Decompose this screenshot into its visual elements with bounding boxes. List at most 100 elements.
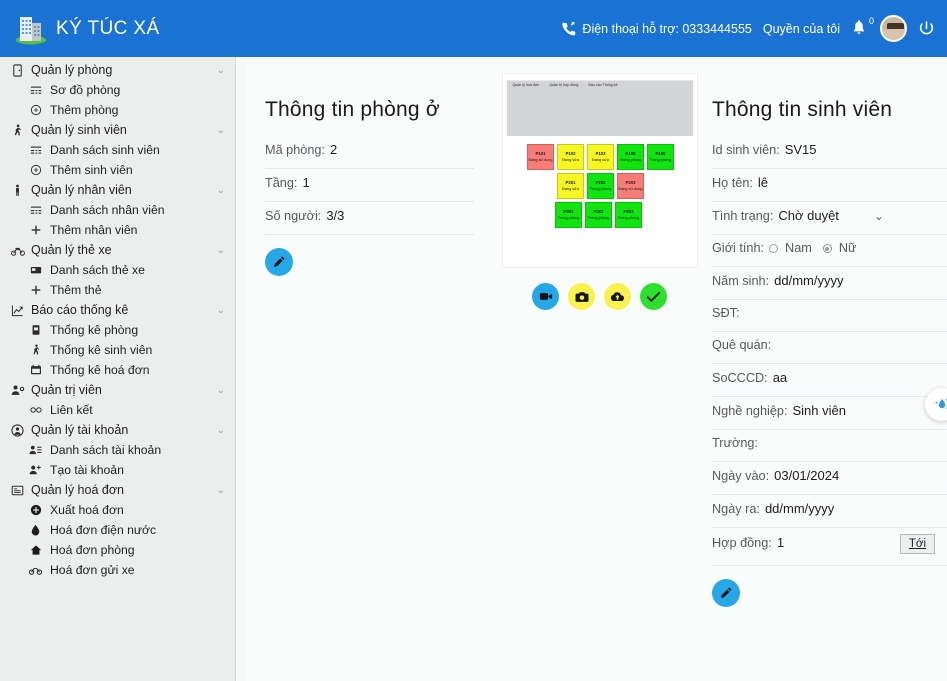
notifications-button[interactable]: 0: [851, 16, 874, 39]
person-icon: [8, 184, 27, 197]
sidebar-item-xuat-hoa-don[interactable]: Xuất hoá đơn: [0, 500, 235, 520]
field-tinh-trang[interactable]: Tình trạng: Chờ duyệt ⌄: [712, 202, 947, 235]
preview-room-row: P301 Trống phòng P302 Trống phòng P303 T…: [555, 202, 642, 228]
confirm-button[interactable]: [640, 283, 667, 310]
sidebar-item-them-nhan-vien[interactable]: Thêm nhân viên: [0, 220, 235, 240]
preview-room-code: P103: [595, 151, 606, 157]
chevron-down-icon: ⌄: [216, 424, 225, 436]
brand-title: KÝ TÚC XÁ: [56, 17, 160, 39]
brand-logo[interactable]: KÝ TÚC XÁ: [0, 0, 236, 57]
sidebar-item-label: Thêm nhân viên: [50, 223, 138, 237]
preview-room-status: Đang sử dụng: [528, 158, 553, 163]
edit-room-button[interactable]: [265, 248, 293, 276]
preview-room-code: P101: [535, 151, 546, 157]
sidebar-item-danh-sach-the-xe[interactable]: Danh sách thẻ xe: [0, 260, 235, 280]
pencil-icon: [719, 586, 733, 600]
sidebar-navigation[interactable]: Quản lý phòng ⌄ Sơ đồ phòng Thêm phòng Q…: [0, 57, 236, 681]
sidebar-item-label: Hoá đơn phòng: [50, 543, 135, 557]
field-value: Sinh viên: [792, 403, 846, 418]
sidebar-item-danh-sach-sinh-vien[interactable]: Danh sách sinh viên: [0, 140, 235, 160]
radio-nam[interactable]: [769, 244, 779, 253]
power-icon[interactable]: [918, 20, 935, 37]
door-icon: [8, 63, 27, 77]
sidebar-item-tao-tai-khoan[interactable]: Tạo tài khoản: [0, 460, 235, 480]
contract-go-button[interactable]: Tới: [899, 534, 935, 554]
sidebar-group-label: Quản lý tài khoản: [31, 423, 129, 437]
sidebar-item-thong-ke-phong[interactable]: Thống kê phòng: [0, 320, 235, 340]
sidebar-item-hoa-don-phong[interactable]: Hoá đơn phòng: [0, 540, 235, 560]
sidebar-item-thong-ke-sinh-vien[interactable]: Thống kê sinh viên: [0, 340, 235, 360]
preview-room-code: P303: [623, 209, 634, 215]
detail-card: Thông tin phòng ở Mã phòng: 2 Tầng: 1 Số…: [246, 65, 947, 681]
calendar-icon: [26, 364, 45, 376]
photo-button[interactable]: [568, 283, 595, 310]
radio-nu[interactable]: [822, 244, 832, 253]
sidebar-group-quan-ly-hoa-don[interactable]: Quản lý hoá đơn ⌄: [0, 480, 235, 500]
upload-button[interactable]: [604, 283, 631, 310]
sidebar-item-label: Thêm sinh viên: [50, 163, 133, 177]
status-select-value: Chờ duyệt: [778, 208, 839, 223]
student-info-panel: Thông tin sinh viên Id sinh viên: SV15 H…: [703, 65, 947, 681]
field-label: Tầng:: [265, 176, 298, 190]
my-rights-link[interactable]: Quyền của tôi: [763, 22, 840, 36]
radio-nu-label: Nữ: [838, 241, 857, 255]
field-value: aa: [772, 370, 788, 385]
sidebar-group-quan-ly-nhan-vien[interactable]: Quản lý nhân viên ⌄: [0, 180, 235, 200]
plus-circle-icon: [26, 104, 45, 116]
edit-student-button[interactable]: [712, 579, 740, 607]
sidebar-item-lien-ket[interactable]: Liên kết: [0, 400, 235, 420]
support-phone-label: Điện thoại hỗ trợ: 0333444555: [582, 21, 752, 36]
sidebar-item-them-phong[interactable]: Thêm phòng: [0, 100, 235, 120]
preview-menu-item: Quản lý hoá đơn: [512, 83, 540, 87]
sidebar-group-bao-cao-thong-ke[interactable]: Báo cáo thống kê ⌄: [0, 300, 235, 320]
sidebar-group-quan-ly-sinh-vien[interactable]: Quản lý sinh viên ⌄: [0, 120, 235, 140]
room-map-preview[interactable]: Quản lý hoá đơn Quản trị hợp đồng Báo cá…: [501, 73, 698, 268]
video-button[interactable]: [532, 283, 559, 310]
preview-room-cell: P105 Trống phòng: [617, 144, 644, 170]
preview-room-status: Đang sửa: [592, 158, 609, 163]
field-gioi-tinh[interactable]: Giới tính: Nam Nữ: [712, 235, 947, 267]
sidebar-group-quan-ly-the-xe[interactable]: Quản lý thẻ xe ⌄: [0, 240, 235, 260]
room-info-panel: Thông tin phòng ở Mã phòng: 2 Tầng: 1 Số…: [246, 65, 496, 681]
sidebar-group-label: Quản lý sinh viên: [31, 123, 127, 137]
radio-nam-label: Nam: [785, 241, 812, 255]
sidebar-item-so-do-phong[interactable]: Sơ đồ phòng: [0, 80, 235, 100]
sidebar-group-quan-ly-tai-khoan[interactable]: Quản lý tài khoản ⌄: [0, 420, 235, 440]
sidebar-item-hoa-don-dien-nuoc[interactable]: Hoá đơn điện nước: [0, 520, 235, 540]
sidebar-group-label: Quản lý hoá đơn: [31, 483, 124, 497]
sidebar-item-label: Liên kết: [50, 403, 93, 417]
field-nghe-nghiep: Nghề nghiệp: Sinh viên: [712, 397, 947, 430]
field-ngay-vao: Ngày vào: 03/01/2024: [712, 462, 947, 495]
sidebar-item-thong-ke-hoa-don[interactable]: Thống kê hoá đơn: [0, 360, 235, 380]
avatar[interactable]: [880, 15, 907, 42]
field-label: Trường:: [712, 436, 758, 450]
sidebar-group-label: Quản lý nhân viên: [31, 183, 132, 197]
pencil-icon: [272, 255, 286, 269]
sidebar-item-them-sinh-vien[interactable]: Thêm sinh viên: [0, 160, 235, 180]
chevron-down-icon[interactable]: ⌄: [874, 209, 884, 223]
sidebar-item-danh-sach-tai-khoan[interactable]: Danh sách tài khoản: [0, 440, 235, 460]
student-walk-icon: [26, 344, 45, 356]
preview-menu-item: Báo cáo Thống kê: [588, 83, 618, 87]
assistant-sparkle-icon: [932, 395, 947, 414]
field-label: Tình trạng:: [712, 209, 774, 223]
support-phone[interactable]: Điện thoại hỗ trợ: 0333444555: [561, 21, 752, 36]
field-value: 1: [302, 175, 310, 190]
preview-room-status: Đang sử dụng: [618, 187, 643, 192]
student-panel-title: Thông tin sinh viên: [712, 98, 893, 121]
field-label: Năm sinh:: [712, 274, 770, 288]
chart-line-icon: [8, 304, 27, 317]
preview-room-status: Đang sửa: [562, 158, 579, 163]
field-value: dd/mm/yyyy: [774, 273, 844, 288]
sidebar-item-them-the[interactable]: Thêm thẻ: [0, 280, 235, 300]
sidebar-item-hoa-don-gui-xe[interactable]: Hoá đơn gửi xe: [0, 560, 235, 580]
link-icon: [26, 405, 45, 415]
sidebar-item-danh-sach-nhan-vien[interactable]: Danh sách nhân viên: [0, 200, 235, 220]
sidebar-group-quan-ly-phong[interactable]: Quản lý phòng ⌄: [0, 60, 235, 80]
preview-room-cell: P106 Trống phòng: [647, 144, 674, 170]
sidebar-group-quan-tri-vien[interactable]: Quản trị viên ⌄: [0, 380, 235, 400]
field-ma-phong: Mã phòng: 2: [265, 136, 474, 169]
field-value: 1: [776, 535, 785, 550]
main-content-area: Thông tin phòng ở Mã phòng: 2 Tầng: 1 Số…: [237, 57, 947, 681]
camera-icon: [575, 291, 589, 303]
